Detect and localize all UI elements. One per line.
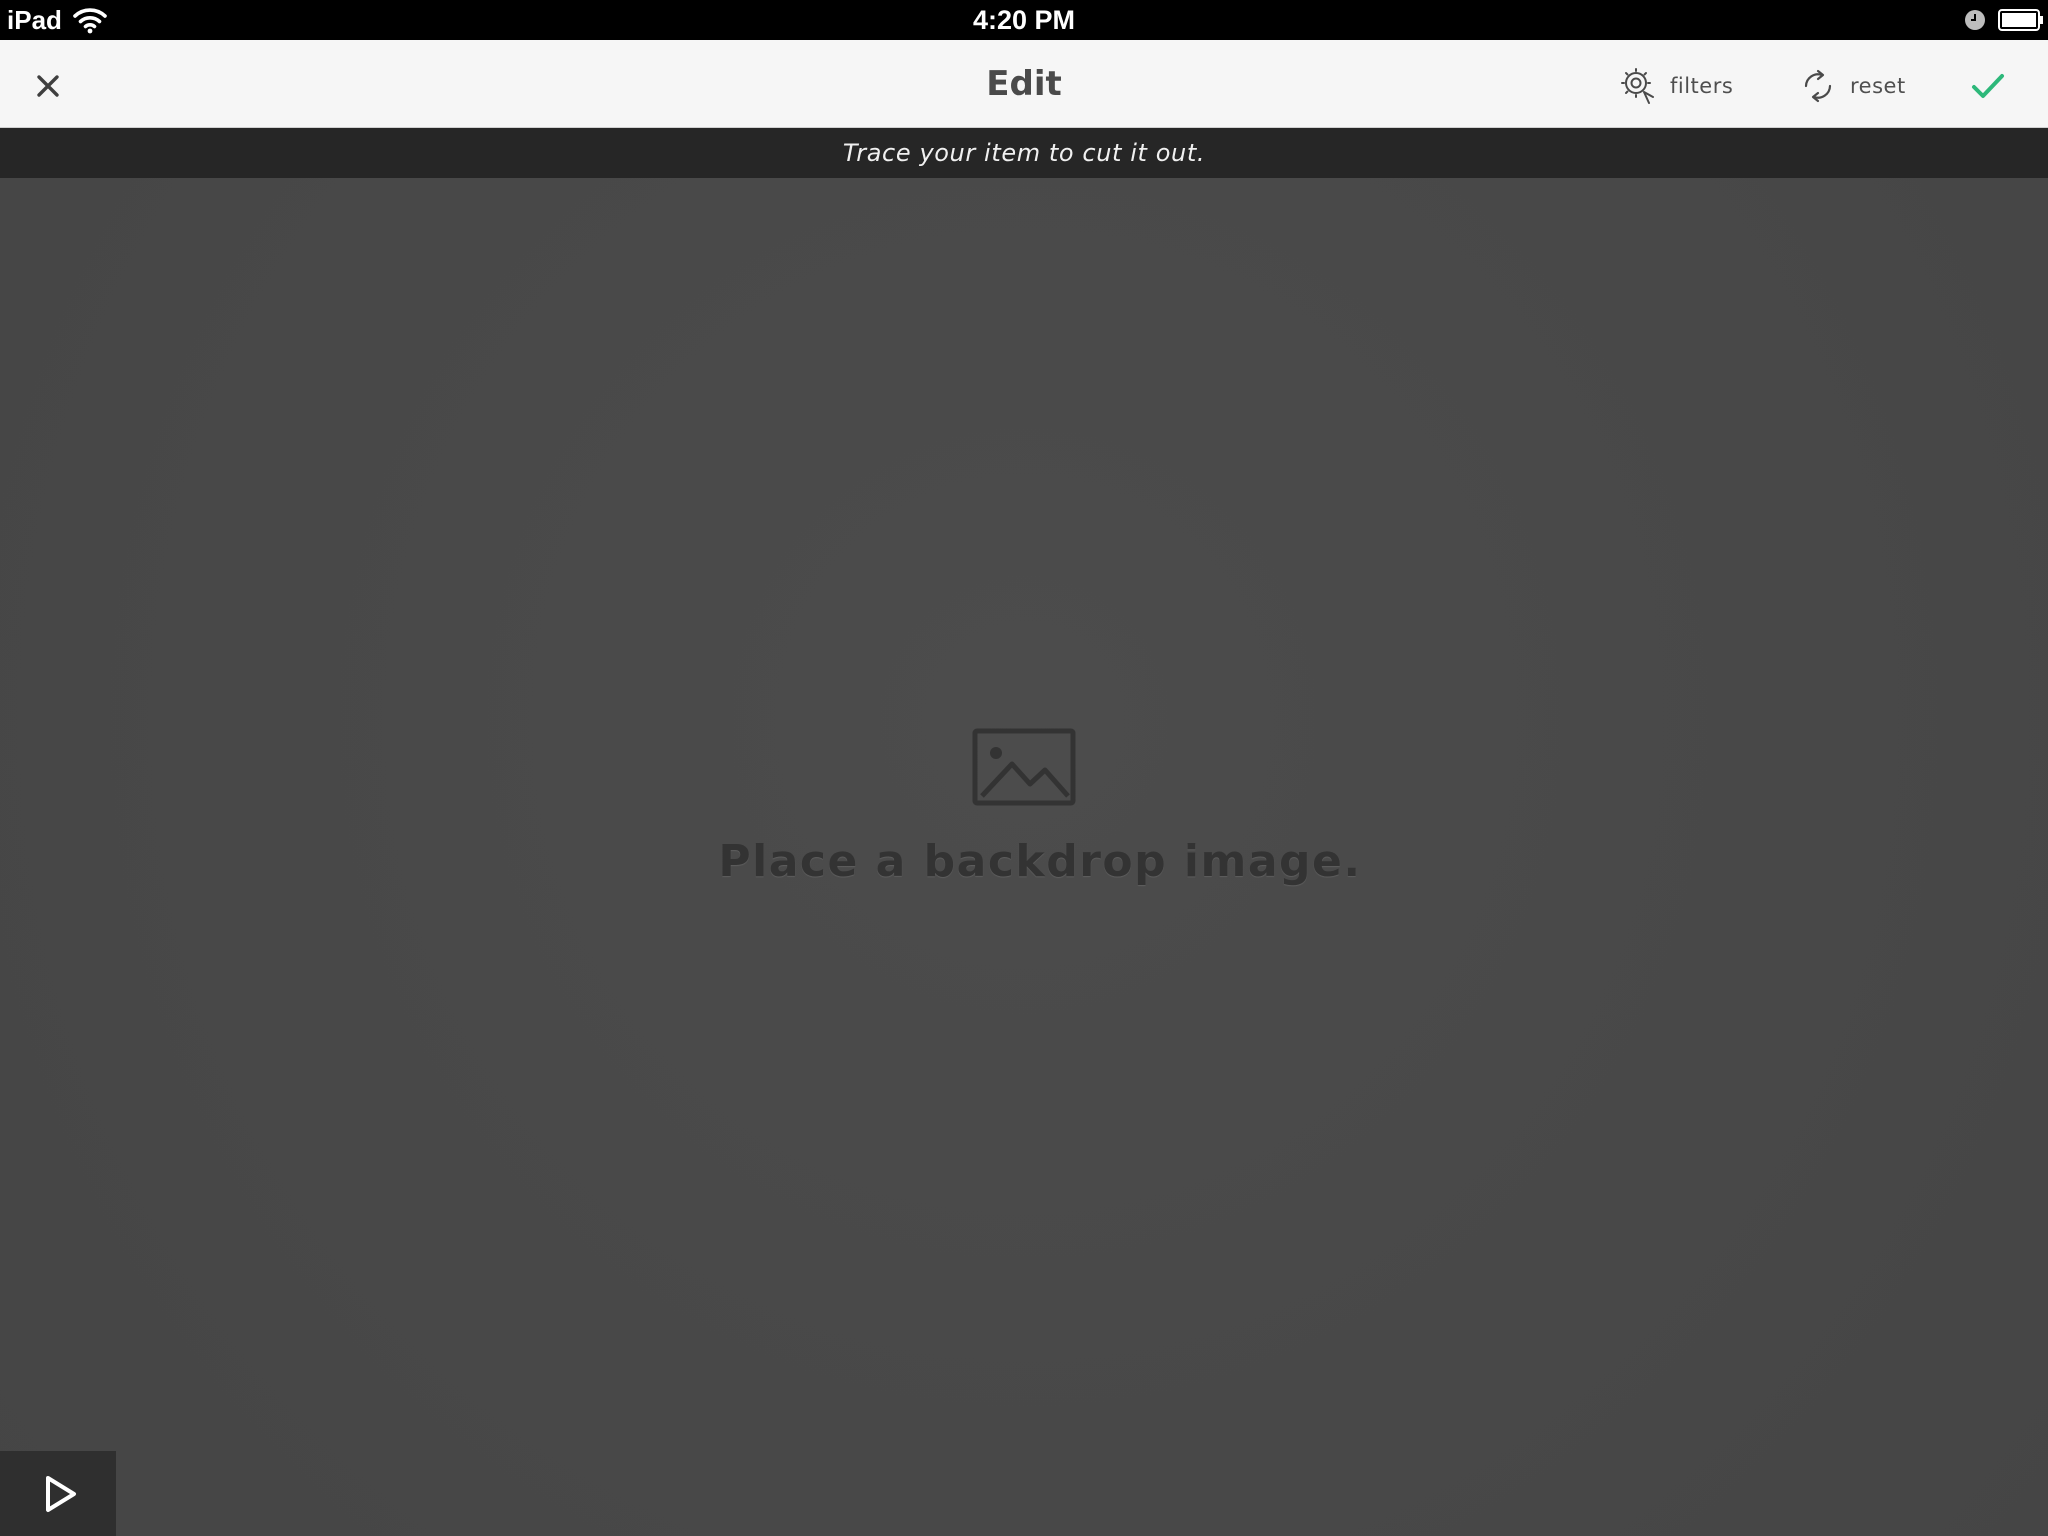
- reset-label: reset: [1850, 74, 1906, 98]
- checkmark-icon: [1972, 74, 2004, 98]
- editing-canvas[interactable]: Place a backdrop image.: [0, 178, 2048, 1536]
- reset-button[interactable]: reset: [1798, 64, 1906, 108]
- confirm-button[interactable]: [1966, 66, 2010, 106]
- reset-icon: [1804, 69, 1832, 103]
- filters-label: filters: [1670, 74, 1734, 98]
- instruction-banner: Trace your item to cut it out.: [0, 128, 2048, 178]
- clock-icon: [1965, 10, 1985, 30]
- status-time: 4:20 PM: [972, 5, 1076, 35]
- play-button[interactable]: [0, 1451, 116, 1536]
- filters-button[interactable]: filters: [1618, 64, 1733, 108]
- nav-bar: Edit filters reset: [0, 40, 2048, 128]
- placeholder-text[interactable]: Place a backdrop image.: [0, 836, 2048, 887]
- filters-icon: [1621, 68, 1654, 104]
- play-icon: [46, 1476, 76, 1512]
- edit-screen: iPad 4:20 PM Edit filters reset Trace yo…: [0, 0, 2048, 1536]
- battery-icon: [1998, 9, 2043, 31]
- status-bar: iPad 4:20 PM: [0, 0, 2048, 40]
- image-placeholder-icon[interactable]: [972, 728, 1076, 806]
- page-title: Edit: [986, 64, 1062, 104]
